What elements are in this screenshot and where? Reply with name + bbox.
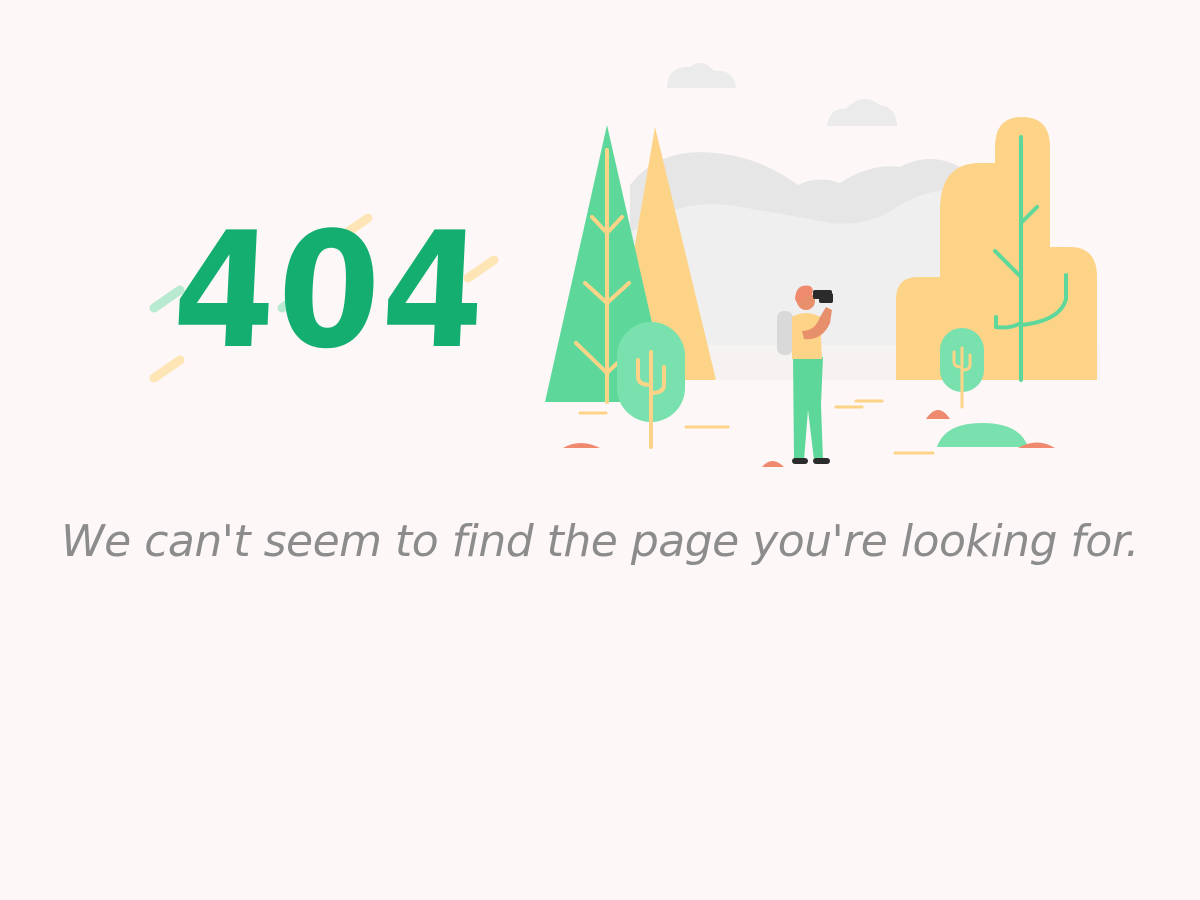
error-code-block: 404 — [140, 190, 520, 390]
cloud-icon — [667, 62, 736, 88]
error-page: 404 We can't seem to find the page you'r… — [0, 0, 1200, 900]
cloud-icon — [827, 98, 897, 126]
ground-bush — [937, 423, 1028, 447]
small-green-tree — [940, 328, 984, 409]
error-message: We can't seem to find the page you're lo… — [61, 516, 1139, 567]
error-code: 404 — [169, 196, 491, 384]
round-tree — [617, 322, 685, 449]
rock-shape — [926, 410, 950, 419]
rock-shape — [563, 443, 600, 448]
rock-shape — [762, 461, 784, 467]
lost-hiker-illustration — [545, 62, 1100, 467]
